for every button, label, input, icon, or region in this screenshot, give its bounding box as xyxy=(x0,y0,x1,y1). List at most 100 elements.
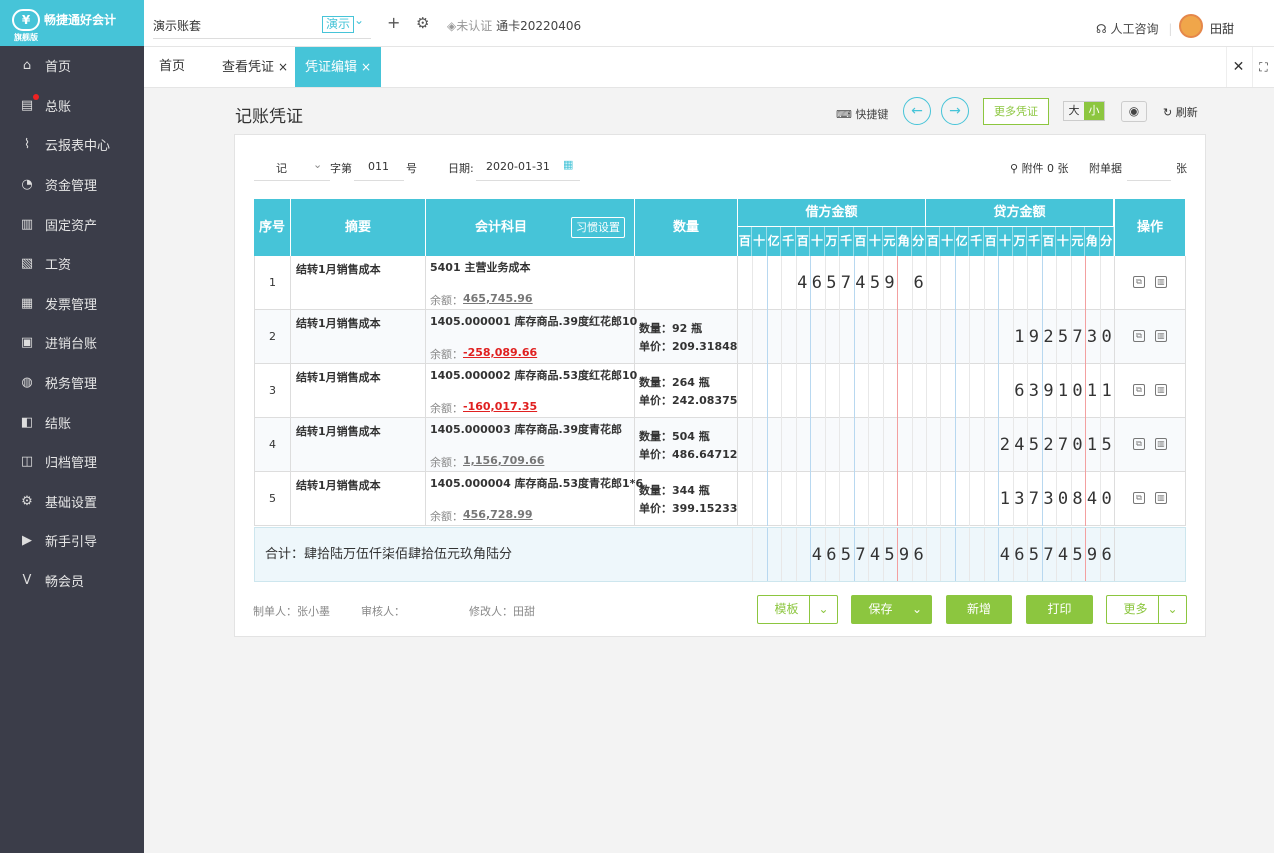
logo[interactable]: ¥ 畅捷通好会计 旗舰版 xyxy=(0,0,144,46)
size-toggle[interactable]: 大 小 xyxy=(1063,101,1105,121)
summary-cell[interactable]: 结转1月销售成本 xyxy=(291,310,426,364)
balance-value[interactable]: -160,017.35 xyxy=(463,400,537,413)
date-input[interactable]: 2020-01-31 xyxy=(486,160,550,173)
prev-arrow-icon[interactable]: ← xyxy=(903,97,931,125)
sidebar-item-7[interactable]: ▣ 进销台账 xyxy=(0,323,144,363)
quantity-cell[interactable] xyxy=(635,256,738,310)
debit-cell[interactable] xyxy=(738,364,927,418)
close-icon[interactable]: × xyxy=(361,60,371,74)
balance-value[interactable]: -258,089.66 xyxy=(463,346,537,359)
sidebar-item-8[interactable]: ◍ 税务管理 xyxy=(0,363,144,403)
chevron-down-icon[interactable]: ⌄ xyxy=(1158,596,1186,623)
balance-value[interactable]: 465,745.96 xyxy=(463,292,533,305)
chevron-down-icon[interactable]: ⌄ xyxy=(313,158,322,171)
sidebar-item-13[interactable]: V 畅会员 xyxy=(0,561,144,601)
user-name[interactable]: 田甜 xyxy=(1210,20,1234,37)
add-button[interactable]: 新增 xyxy=(946,595,1012,624)
habit-settings-button[interactable]: 习惯设置 xyxy=(571,217,625,238)
trash-icon[interactable]: ▥ xyxy=(1155,384,1167,396)
summary-cell[interactable]: 结转1月销售成本 xyxy=(291,472,426,526)
tab-home[interactable]: 首页 xyxy=(159,47,185,87)
chevron-down-icon[interactable]: ⌄ xyxy=(903,596,931,623)
refresh-button[interactable]: ↻ 刷新 xyxy=(1163,104,1198,120)
template-button[interactable]: 模板 ⌄ xyxy=(757,595,838,624)
header-account: 会计科目 习惯设置 xyxy=(426,199,635,256)
quantity-cell[interactable]: 数量：92 瓶单价：209.31848 xyxy=(635,310,738,364)
sidebar-item-3[interactable]: ◔ 资金管理 xyxy=(0,165,144,205)
gear-icon[interactable]: ⚙ xyxy=(416,14,429,32)
service-link[interactable]: ☊ 人工咨询 | xyxy=(1096,20,1172,37)
close-icon[interactable]: × xyxy=(278,60,288,74)
account-cell[interactable]: 1405.000001 库存商品.39度红花郎10 余额： -258,089.66 xyxy=(426,310,637,364)
summary-cell[interactable]: 结转1月销售成本 xyxy=(291,364,426,418)
cert-status[interactable]: ◈未认证 通卡20220406 xyxy=(447,17,581,34)
chevron-down-icon[interactable]: ⌄ xyxy=(354,13,364,27)
copy-icon[interactable]: ⧉ xyxy=(1133,384,1145,396)
credit-cell[interactable]: 24527015 xyxy=(926,418,1115,472)
voucher-number-input[interactable]: 011 xyxy=(368,160,389,173)
fullscreen-icon[interactable]: ⛶ xyxy=(1252,47,1274,87)
add-icon[interactable]: + xyxy=(387,13,400,32)
copy-icon[interactable]: ⧉ xyxy=(1133,330,1145,342)
debit-cell[interactable] xyxy=(738,418,927,472)
sidebar-item-label: 结账 xyxy=(45,416,72,432)
debit-cell[interactable] xyxy=(738,472,927,526)
eye-icon[interactable]: ◉ xyxy=(1121,101,1147,122)
quantity-cell[interactable]: 数量：504 瓶单价：486.64712 xyxy=(635,418,738,472)
voucher-word-select[interactable]: 记 xyxy=(276,160,287,176)
chevron-down-icon[interactable]: ⌄ xyxy=(809,596,837,623)
account-selector[interactable]: 演示账套 xyxy=(153,17,201,34)
size-big-option[interactable]: 大 xyxy=(1064,102,1084,120)
sidebar-item-9[interactable]: ◧ 结账 xyxy=(0,402,144,442)
trash-icon[interactable]: ▥ xyxy=(1155,276,1167,288)
attachment-link[interactable]: ⚲ 附件 0 张 xyxy=(1010,160,1069,176)
sidebar-item-10[interactable]: ◫ 归档管理 xyxy=(0,442,144,482)
hotkey-button[interactable]: ⌨ 快捷键 xyxy=(836,106,888,122)
settings-icon: ⚙ xyxy=(21,493,33,509)
summary-cell[interactable]: 结转1月销售成本 xyxy=(291,418,426,472)
save-button[interactable]: 保存 ⌄ xyxy=(851,595,932,624)
sidebar-item-4[interactable]: ▥ 固定资产 xyxy=(0,204,144,244)
doc-count-input[interactable] xyxy=(1127,180,1171,181)
next-arrow-icon[interactable]: → xyxy=(941,97,969,125)
print-button[interactable]: 打印 xyxy=(1026,595,1093,624)
more-voucher-button[interactable]: 更多凭证 xyxy=(983,98,1049,125)
quantity-cell[interactable]: 数量：264 瓶单价：242.08375 xyxy=(635,364,738,418)
account-text: 1405.000004 库存商品.53度青花郎1*6 xyxy=(430,477,644,490)
size-small-option[interactable]: 小 xyxy=(1084,102,1104,120)
trash-icon[interactable]: ▥ xyxy=(1155,438,1167,450)
more-button[interactable]: 更多 ⌄ xyxy=(1106,595,1187,624)
copy-icon[interactable]: ⧉ xyxy=(1133,276,1145,288)
account-cell[interactable]: 5401 主营业务成本 余额： 465,745.96 xyxy=(426,256,635,310)
credit-cell[interactable]: 1925730 xyxy=(926,310,1115,364)
account-cell[interactable]: 1405.000004 库存商品.53度青花郎1*6 余额： 456,728.99 xyxy=(426,472,643,526)
sidebar-item-5[interactable]: ▧ 工资 xyxy=(0,244,144,284)
quantity-cell[interactable]: 数量：344 瓶单价：399.15233 xyxy=(635,472,738,526)
sidebar-item-0[interactable]: ⌂ 首页 xyxy=(0,46,144,86)
credit-cell[interactable] xyxy=(926,256,1115,310)
debit-cell[interactable]: 4657459 6 xyxy=(738,256,927,310)
account-cell[interactable]: 1405.000002 库存商品.53度红花郎10 余额： -160,017.35 xyxy=(426,364,637,418)
close-all-tabs-icon[interactable]: ✕ xyxy=(1226,47,1250,87)
balance-value[interactable]: 456,728.99 xyxy=(463,508,533,521)
sidebar-item-1[interactable]: ▤ 总账 xyxy=(0,86,144,126)
avatar[interactable] xyxy=(1179,14,1203,38)
doc-suffix: 张 xyxy=(1176,162,1187,175)
credit-cell[interactable]: 6391011 xyxy=(926,364,1115,418)
tab-view-voucher[interactable]: 查看凭证 × xyxy=(222,47,288,87)
sidebar-item-11[interactable]: ⚙ 基础设置 xyxy=(0,482,144,522)
sidebar-item-6[interactable]: ▦ 发票管理 xyxy=(0,284,144,324)
trash-icon[interactable]: ▥ xyxy=(1155,492,1167,504)
tab-edit-voucher[interactable]: 凭证编辑 × xyxy=(295,47,382,87)
sidebar-item-12[interactable]: ▶ 新手引导 xyxy=(0,521,144,561)
trash-icon[interactable]: ▥ xyxy=(1155,330,1167,342)
summary-cell[interactable]: 结转1月销售成本 xyxy=(291,256,426,310)
balance-value[interactable]: 1,156,709.66 xyxy=(463,454,544,467)
calendar-icon[interactable]: ▦ xyxy=(563,158,573,171)
credit-cell[interactable]: 13730840 xyxy=(926,472,1115,526)
debit-cell[interactable] xyxy=(738,310,927,364)
sidebar-item-2[interactable]: ⌇ 云报表中心 xyxy=(0,125,144,165)
copy-icon[interactable]: ⧉ xyxy=(1133,492,1145,504)
account-cell[interactable]: 1405.000003 库存商品.39度青花郎 余额： 1,156,709.66 xyxy=(426,418,635,472)
copy-icon[interactable]: ⧉ xyxy=(1133,438,1145,450)
